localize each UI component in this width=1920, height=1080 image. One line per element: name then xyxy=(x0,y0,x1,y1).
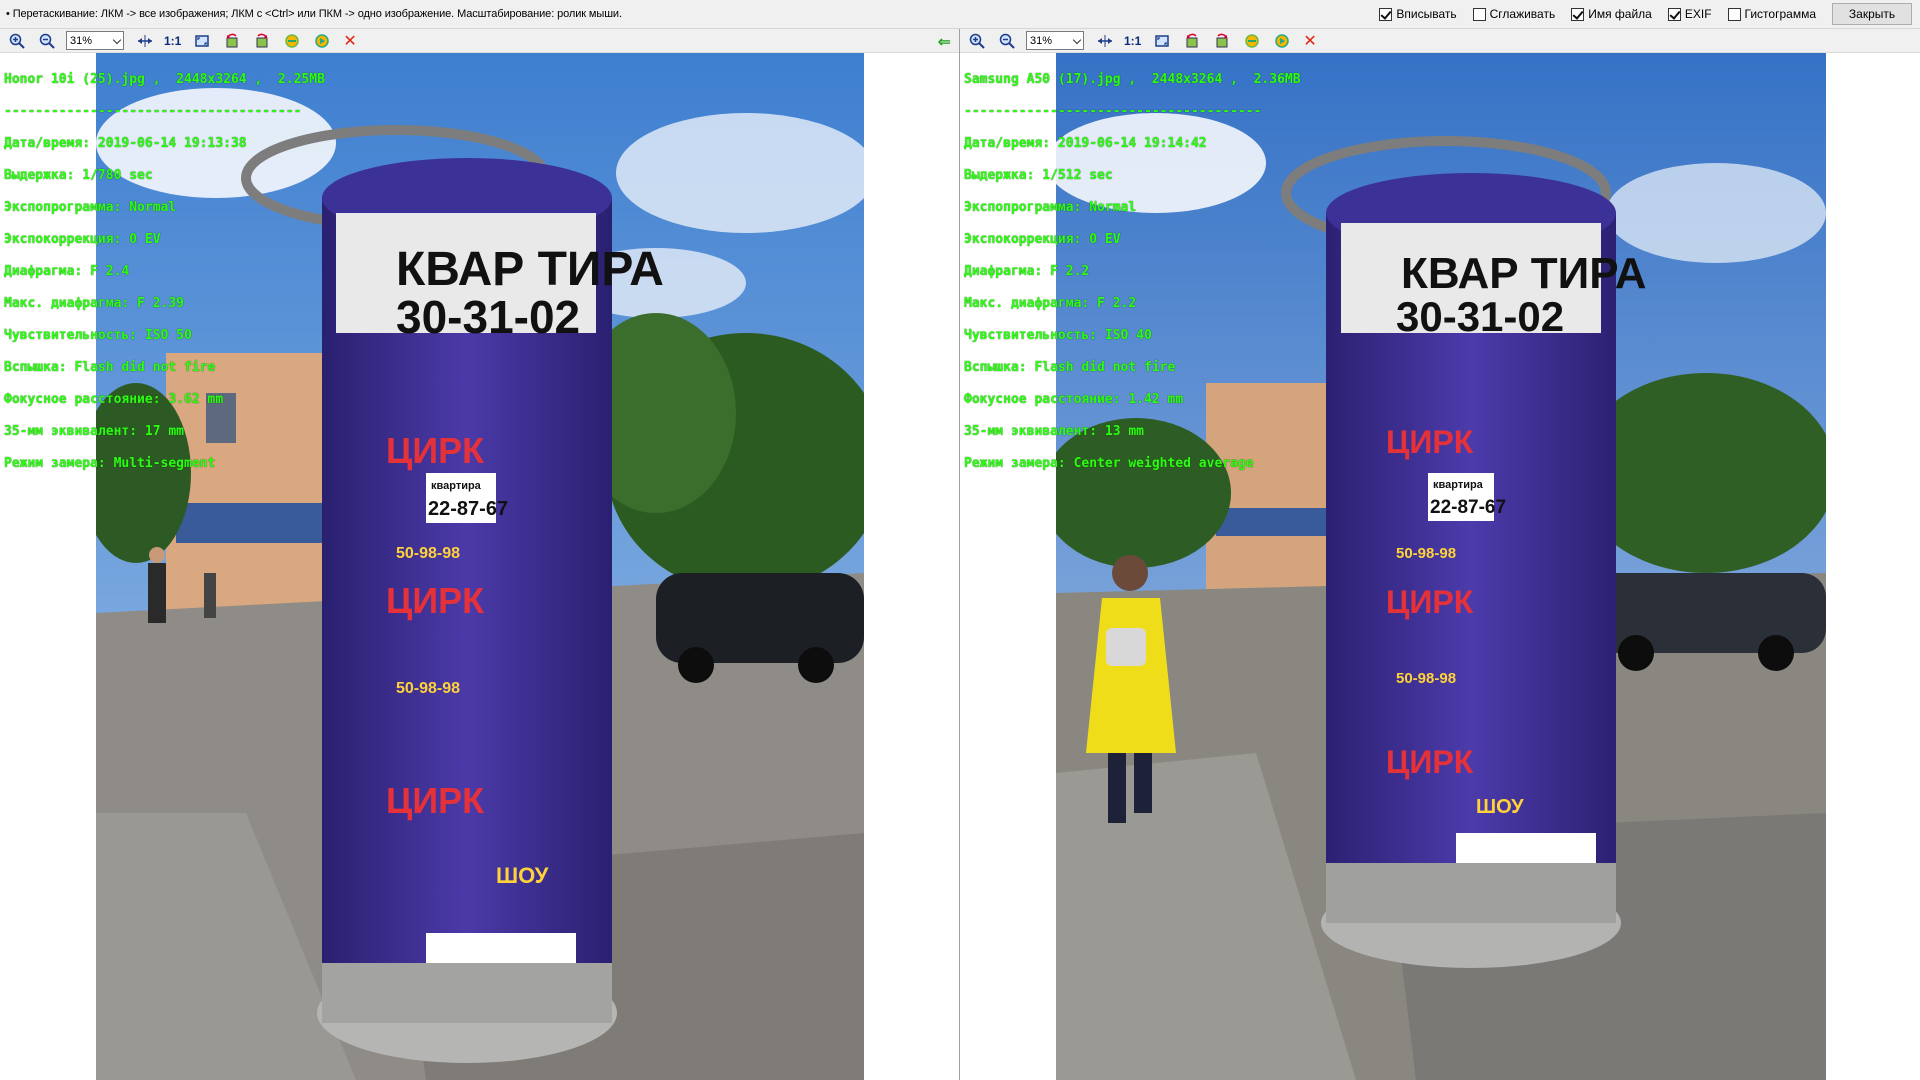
fit-width-icon[interactable] xyxy=(134,31,156,51)
poster-circus-3: ЦИРК xyxy=(386,780,485,821)
poster-phone3-2: 50-98-98 xyxy=(1396,670,1456,687)
rotate-left-icon[interactable] xyxy=(1181,31,1203,51)
exif-flash: Вспышка: Flash did not fire xyxy=(964,360,1176,375)
checkbox-smooth[interactable] xyxy=(1472,7,1486,21)
poster-show: ШОУ xyxy=(496,863,549,888)
flip-icon[interactable] xyxy=(1241,31,1263,51)
exif-overlay: Samsung A50 (17).jpg , 2448x3264 , 2.36M… xyxy=(964,56,1301,504)
exif-exposure: Выдержка: 1/512 sec xyxy=(964,168,1113,183)
exif-equiv: 35-мм эквивалент: 17 mm xyxy=(4,424,185,439)
poster-phone: 30-31-02 xyxy=(1396,293,1564,340)
usage-hint: • Перетаскивание: ЛКМ -> все изображения… xyxy=(6,8,622,20)
right-viewport[interactable]: КВАР ТИРА 30-31-02 квартира 22-87-67 ЦИР… xyxy=(960,53,1920,1080)
poster-circus-2: ЦИРК xyxy=(386,580,485,621)
checkbox-fit[interactable] xyxy=(1379,7,1393,21)
exif-max-aperture: Макс. диафрагма: F 2.2 xyxy=(964,296,1137,311)
option-exif[interactable]: EXIF xyxy=(1667,7,1712,21)
exif-datetime: Дата/время: 2019-06-14 19:13:38 xyxy=(4,136,247,151)
zoom-value: 31% xyxy=(1030,34,1053,47)
exif-program: Экспопрограмма: Normal xyxy=(4,200,177,215)
zoom-in-icon[interactable] xyxy=(6,31,28,51)
poster-circus-2: ЦИРК xyxy=(1386,584,1474,620)
zoom-out-icon[interactable] xyxy=(996,31,1018,51)
actual-size-button[interactable]: 1:1 xyxy=(164,34,181,48)
exif-metering: Режим замера: Center weighted average xyxy=(964,456,1254,471)
exif-equiv: 35-мм эквивалент: 13 mm xyxy=(964,424,1145,439)
exif-iso: Чувствительность: ISO 40 xyxy=(964,328,1152,343)
exif-metering: Режим замера: Multi-segment xyxy=(4,456,216,471)
option-filename-label: Имя файла xyxy=(1588,7,1652,21)
option-fit-label: Вписывать xyxy=(1396,7,1457,21)
option-exif-label: EXIF xyxy=(1684,7,1712,21)
fit-width-icon[interactable] xyxy=(1094,31,1116,51)
exif-iso: Чувствительность: ISO 50 xyxy=(4,328,192,343)
poster-phone3-1: 50-98-98 xyxy=(396,545,460,562)
zoom-out-icon[interactable] xyxy=(36,31,58,51)
right-pane: 31% 1:1 ✕ КВАР ТИРА 30-31-02 квартира 22… xyxy=(960,29,1920,1080)
option-smooth-label: Сглаживать xyxy=(1489,7,1556,21)
exif-focal: Фокусное расстояние: 3.62 mm xyxy=(4,392,224,407)
top-bar: • Перетаскивание: ЛКМ -> все изображения… xyxy=(0,0,1920,29)
poster-phone2: 22-87-67 xyxy=(1430,497,1506,518)
poster-phone: 30-31-02 xyxy=(396,291,580,343)
fit-screen-icon[interactable] xyxy=(191,31,213,51)
poster-circus-1: ЦИРК xyxy=(386,430,485,471)
poster-phone3-2: 50-98-98 xyxy=(396,680,460,697)
zoom-in-icon[interactable] xyxy=(966,31,988,51)
fit-screen-icon[interactable] xyxy=(1151,31,1173,51)
checkbox-filename[interactable] xyxy=(1571,7,1585,21)
flip-icon[interactable] xyxy=(281,31,303,51)
exif-filename: Samsung A50 (17).jpg , 2448x3264 , 2.36M… xyxy=(964,72,1301,87)
poster-kvartira: квартира xyxy=(431,480,482,492)
left-pane: 31% 1:1 ✕ ⇐ КВАР ТИРА 30-31-02 квартира … xyxy=(0,29,959,1080)
exif-separator: -------------------------------------- xyxy=(4,104,302,119)
save-icon[interactable] xyxy=(311,31,333,51)
exif-compensation: Экспокоррекция: 0 EV xyxy=(964,232,1121,247)
exif-flash: Вспышка: Flash did not fire xyxy=(4,360,216,375)
arrow-left-icon[interactable]: ⇐ xyxy=(938,32,951,52)
zoom-select[interactable]: 31% xyxy=(1026,31,1084,50)
checkbox-histogram[interactable] xyxy=(1727,7,1741,21)
option-filename[interactable]: Имя файла xyxy=(1571,7,1652,21)
exif-datetime: Дата/время: 2019-06-14 19:14:42 xyxy=(964,136,1207,151)
poster-kvartira: квартира xyxy=(1433,479,1484,491)
left-pane-toolbar: 31% 1:1 ✕ ⇐ xyxy=(0,29,959,53)
right-pane-toolbar: 31% 1:1 ✕ xyxy=(960,29,1920,53)
rotate-right-icon[interactable] xyxy=(1211,31,1233,51)
poster-top-text: КВАР ТИРА xyxy=(396,243,664,296)
option-histogram-label: Гистограмма xyxy=(1744,7,1816,21)
exif-overlay: Honor 10i (25).jpg , 2448x3264 , 2.25MB … xyxy=(4,56,325,504)
zoom-select[interactable]: 31% xyxy=(66,31,124,50)
exif-separator: -------------------------------------- xyxy=(964,104,1262,119)
option-histogram[interactable]: Гистограмма xyxy=(1727,7,1816,21)
exif-program: Экспопрограмма: Normal xyxy=(964,200,1137,215)
poster-circus-1: ЦИРК xyxy=(1386,424,1474,460)
poster-phone2: 22-87-67 xyxy=(428,498,508,520)
poster-circus-3: ЦИРК xyxy=(1386,744,1474,780)
delete-icon[interactable]: ✕ xyxy=(343,31,356,51)
poster-phone3-1: 50-98-98 xyxy=(1396,545,1456,562)
checkbox-exif[interactable] xyxy=(1667,7,1681,21)
poster-top-text: КВАР ТИРА xyxy=(1401,249,1647,298)
save-icon[interactable] xyxy=(1271,31,1293,51)
exif-focal: Фокусное расстояние: 1.42 mm xyxy=(964,392,1184,407)
rotate-right-icon[interactable] xyxy=(251,31,273,51)
exif-aperture: Диафрагма: F 2.2 xyxy=(964,264,1090,279)
poster-show: ШОУ xyxy=(1476,796,1524,818)
exif-compensation: Экспокоррекция: 0 EV xyxy=(4,232,161,247)
exif-filename: Honor 10i (25).jpg , 2448x3264 , 2.25MB xyxy=(4,72,325,87)
option-fit[interactable]: Вписывать xyxy=(1379,7,1457,21)
actual-size-button[interactable]: 1:1 xyxy=(1124,34,1141,48)
rotate-left-icon[interactable] xyxy=(221,31,243,51)
exif-max-aperture: Макс. диафрагма: F 2.39 xyxy=(4,296,185,311)
zoom-value: 31% xyxy=(70,34,93,47)
option-smooth[interactable]: Сглаживать xyxy=(1472,7,1556,21)
chevron-down-icon xyxy=(112,35,122,45)
delete-icon[interactable]: ✕ xyxy=(1303,31,1316,51)
exif-exposure: Выдержка: 1/780 sec xyxy=(4,168,153,183)
chevron-down-icon xyxy=(1072,35,1082,45)
exif-aperture: Диафрагма: F 2.4 xyxy=(4,264,130,279)
close-button[interactable]: Закрыть xyxy=(1832,3,1912,25)
left-viewport[interactable]: КВАР ТИРА 30-31-02 квартира 22-87-67 ЦИР… xyxy=(0,53,959,1080)
